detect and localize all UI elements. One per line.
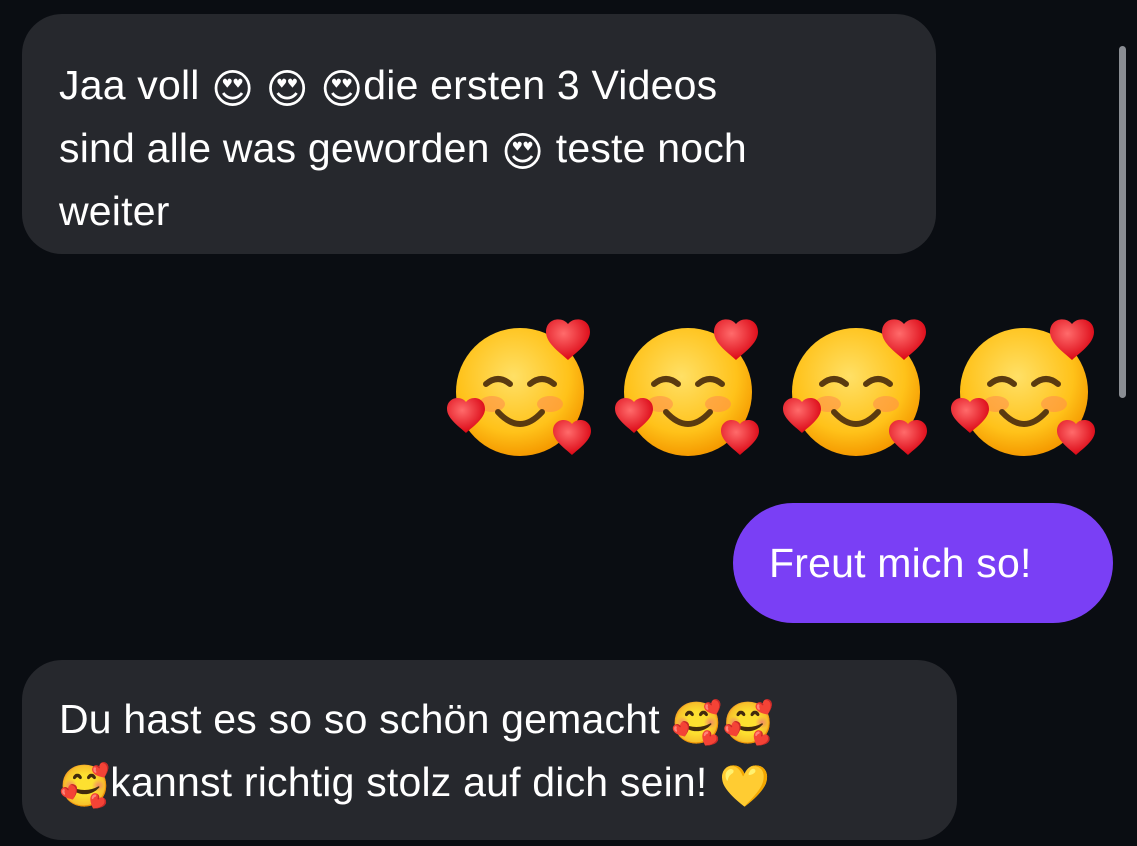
heart-eyes-emoji-icon: 😍 xyxy=(211,65,255,113)
scrollbar[interactable] xyxy=(1119,46,1126,398)
message-line: Jaa voll 😍 😍 😍die ersten 3 Videos xyxy=(59,56,900,119)
smiling-face-with-hearts-emoji-icon: 🥰 xyxy=(59,762,111,810)
message-text: kannst richtig stolz auf dich sein! xyxy=(110,759,720,805)
incoming-message-bubble[interactable]: Jaa voll 😍 😍 😍die ersten 3 Videos sind a… xyxy=(22,14,936,254)
smiling-face-with-hearts-icon xyxy=(615,319,759,456)
message-line: weiter xyxy=(59,182,900,241)
yellow-heart-emoji-icon: 💛 xyxy=(719,762,771,810)
message-text: Du hast es so so schön gemacht xyxy=(59,696,672,742)
message-text: sind alle was geworden xyxy=(59,125,502,171)
message-text: Freut mich so! xyxy=(769,540,1032,586)
heart-eyes-emoji-icon: 😍 xyxy=(320,65,364,113)
smiling-face-with-hearts-emoji-icon: 🥰 xyxy=(671,699,723,747)
smiling-face-with-hearts-icon xyxy=(783,319,927,456)
outgoing-emoji-message[interactable]: 🥰 xyxy=(446,312,1098,462)
outgoing-message-bubble[interactable]: Freut mich so! xyxy=(733,503,1113,623)
message-text: weiter xyxy=(59,188,170,234)
message-line: sind alle was geworden 😍 teste noch xyxy=(59,119,900,182)
message-line: Du hast es so so schön gemacht 🥰🥰 xyxy=(59,690,921,753)
heart-eyes-emoji-icon: 😍 xyxy=(265,65,309,113)
smiling-face-with-hearts-icon xyxy=(951,319,1095,456)
message-text: die ersten 3 Videos xyxy=(363,62,718,108)
message-line: 🥰kannst richtig stolz auf dich sein! 💛 xyxy=(59,753,921,816)
incoming-message-bubble[interactable]: Du hast es so so schön gemacht 🥰🥰 🥰kanns… xyxy=(22,660,957,840)
message-text: Jaa voll xyxy=(59,62,212,108)
heart-eyes-emoji-icon: 😍 xyxy=(501,128,545,176)
smiling-face-with-hearts-icon xyxy=(447,319,591,456)
message-thread[interactable]: Jaa voll 😍 😍 😍die ersten 3 Videos sind a… xyxy=(0,0,1137,846)
smiling-face-with-hearts-emoji-icon: 🥰 xyxy=(722,699,774,747)
message-text: teste noch xyxy=(544,125,747,171)
